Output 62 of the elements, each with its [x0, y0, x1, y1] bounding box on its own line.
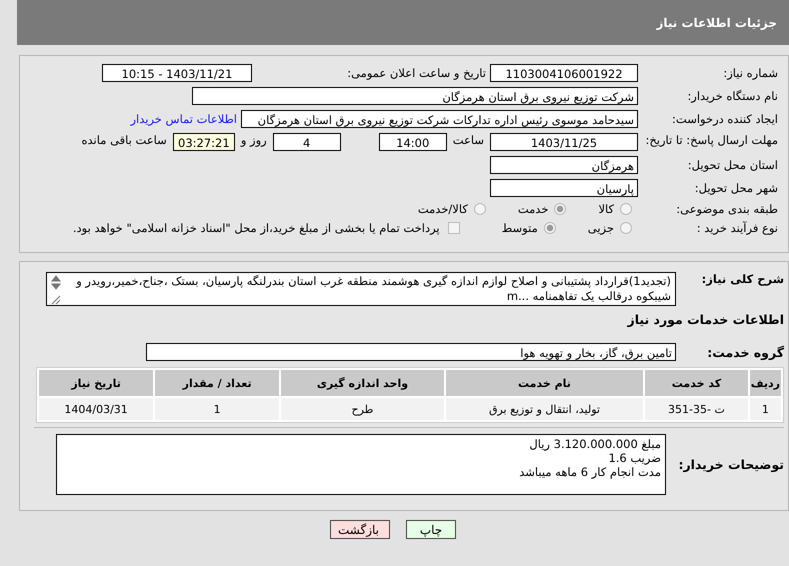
buyer-contact-link[interactable]: اطلاعات تماس خریدار [126, 112, 241, 126]
description-text: (تجدید1)قرارداد پشتیبانی و اصلاح لوازم اندازه گیری هوشمند منطقه غرب استان بندرلنگه پارسیان، بستک ،جناح،خمیر،رویدر و شیبکوه درقالب یک تفاهمنامه ...m [76, 274, 671, 303]
table-cell: 1404/03/31 [39, 398, 154, 420]
buyer-org-field: شرکت توزیع نیروی برق استان هرمزگان [192, 87, 638, 105]
scroll-arrows-icon[interactable] [50, 274, 62, 306]
notes-line: مبلغ 3.120.000.000 ریال [528, 437, 661, 451]
field-label: ساعت باقی مانده [80, 133, 168, 147]
field-label: ایجاد کننده درخواست: [671, 112, 779, 126]
field-label: تاریخ و ساعت اعلان عمومی: [346, 66, 487, 80]
remaining-time-field: 03:27:21 [172, 133, 235, 151]
section-heading: اطلاعات خدمات مورد نیاز [626, 312, 784, 327]
deadline-time-field: 14:00 [378, 133, 447, 151]
province-field: هرمزگان [490, 156, 638, 174]
field-label: شهر محل تحویل: [694, 181, 779, 195]
field-label: توضیحات خریدار: [677, 457, 784, 472]
radio-button[interactable] [620, 222, 632, 234]
requester-field: سیدحامد موسوی رئیس اداره تدارکات شرکت توزیع نیروی برق استان هرمزگان [241, 110, 638, 128]
column-header: کد خدمت [645, 370, 748, 396]
field-label: مهلت ارسال پاسخ: تا تاریخ: [644, 133, 779, 147]
field-label: ساعت [452, 133, 485, 147]
radio-label: خدمت [518, 202, 548, 216]
radio-label: کالا/خدمت [418, 202, 468, 216]
table-cell: تولید، انتقال و توزیع برق [446, 398, 644, 420]
city-field: پارسیان [490, 179, 638, 197]
action-button[interactable]: بازگشت [330, 520, 390, 539]
buyer-notes-textarea[interactable]: مبلغ 3.120.000.000 ریال ضریب 1.6 مدت انجام کار 6 ماهه میباشد [56, 434, 666, 495]
column-header: نام خدمت [446, 370, 644, 396]
column-header: ردیف [750, 370, 781, 396]
deadline-date-field: 1403/11/25 [490, 133, 638, 151]
column-header: تاریخ نیاز [39, 370, 154, 396]
notes-line: مدت انجام کار 6 ماهه میباشد [518, 465, 661, 479]
column-header: تعداد / مقدار [155, 370, 280, 396]
radio-button[interactable] [474, 203, 486, 215]
field-label: شماره نیاز: [722, 66, 779, 80]
checkbox[interactable] [448, 222, 460, 234]
notes-line: ضریب 1.6 [607, 451, 661, 465]
radio-button[interactable] [544, 222, 556, 234]
table-cell: 1 [155, 398, 280, 420]
field-label: استان محل تحویل: [686, 158, 779, 172]
radio-button[interactable] [554, 203, 566, 215]
service-group-field: تامین برق، گاز، بخار و تهویه هوا [146, 343, 676, 361]
field-label: طبقه بندی موضوعی: [675, 202, 779, 216]
radio-button[interactable] [620, 203, 632, 215]
field-label: نوع فرآیند خرید : [696, 221, 779, 235]
field-label: نام دستگاه خریدار: [686, 89, 779, 103]
checkbox-label: پرداخت تمام یا بخشی از مبلغ خرید،از محل "اسناد خزانه اسلامی" خواهد بود. [72, 221, 441, 235]
announce-date-field: 1403/11/21 - 10:15 [102, 64, 252, 82]
column-header: واحد اندازه گیری [281, 370, 444, 396]
table-cell: ت -35-351 [645, 398, 748, 420]
field-label: گروه خدمت: [706, 344, 784, 360]
radio-label: کالا [598, 202, 614, 216]
table-cell: طرح [281, 398, 444, 420]
page-title: جزئیات اطلاعات نیاز [656, 16, 777, 30]
field-label: شرح کلی نیاز: [700, 272, 784, 286]
field-label: روز و [239, 133, 268, 147]
need-number-field: 1103004106001922 [490, 64, 638, 82]
radio-label: متوسط [502, 221, 538, 235]
description-textarea[interactable]: (تجدید1)قرارداد پشتیبانی و اصلاح لوازم اندازه گیری هوشمند منطقه غرب استان بندرلنگه پارسیان، بستک ،جناح،خمیر،رویدر و شیبکوه درقالب یک تفاهمنامه ...m [46, 272, 676, 306]
table-cell: 1 [750, 398, 781, 420]
action-button[interactable]: چاپ [406, 520, 456, 539]
radio-label: جزیی [588, 221, 614, 235]
days-field: 4 [272, 133, 341, 151]
